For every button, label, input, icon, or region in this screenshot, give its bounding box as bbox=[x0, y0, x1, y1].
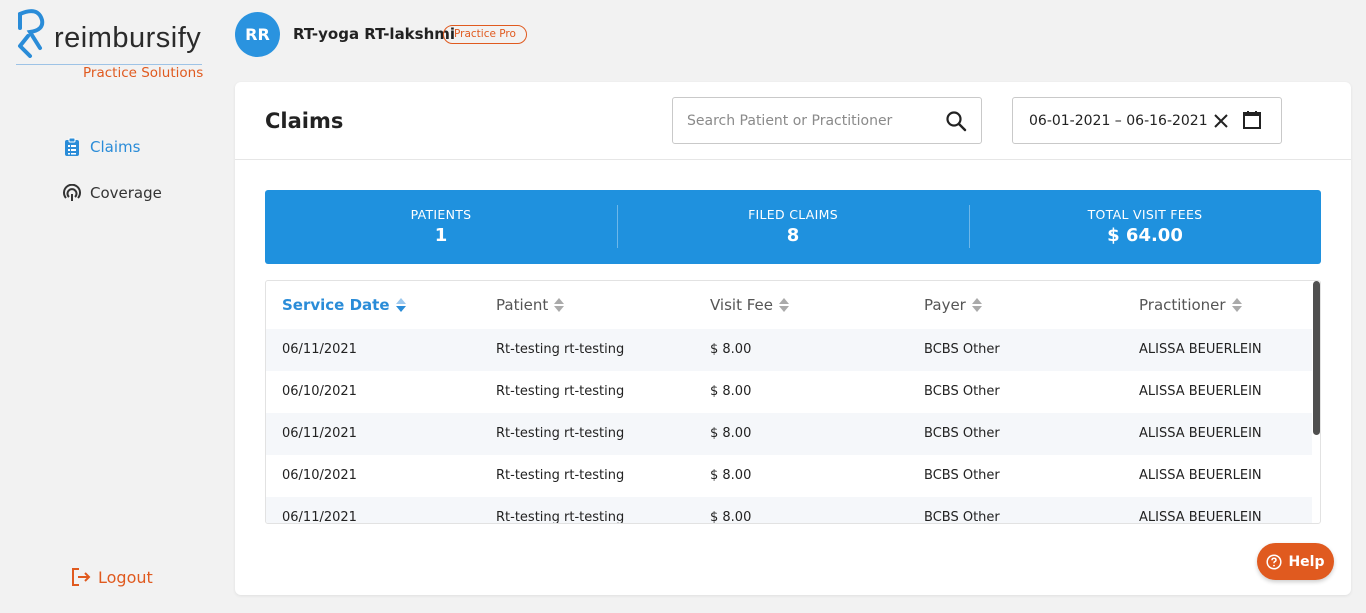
sidebar-item-label: Claims bbox=[90, 138, 141, 156]
brand-logo[interactable]: reimbursify Practice Solutions bbox=[16, 8, 206, 83]
column-header-patient[interactable]: Patient bbox=[496, 296, 565, 314]
calendar-icon[interactable] bbox=[1242, 110, 1262, 130]
page-title: Claims bbox=[265, 109, 344, 133]
column-header-payer[interactable]: Payer bbox=[924, 296, 982, 314]
close-icon[interactable] bbox=[1212, 112, 1230, 130]
sort-icon bbox=[395, 297, 406, 313]
cell-payer: BCBS Other bbox=[924, 468, 1000, 483]
column-header-practitioner[interactable]: Practitioner bbox=[1139, 296, 1242, 314]
stat-filed-claims: FILED CLAIMS 8 bbox=[617, 190, 969, 264]
cell-service-date: 06/11/2021 bbox=[282, 426, 357, 441]
sort-icon bbox=[1231, 297, 1242, 313]
table-header: Service Date Patient Visit Fee Payer Pra… bbox=[266, 281, 1312, 329]
table-row[interactable]: 06/10/2021 Rt-testing rt-testing $ 8.00 … bbox=[266, 371, 1312, 413]
cell-visit-fee: $ 8.00 bbox=[710, 426, 752, 441]
brand-name: reimbursify bbox=[54, 22, 202, 54]
reimbursify-logo-icon bbox=[18, 9, 45, 58]
date-range-value[interactable]: 06-01-2021 – 06-16-2021 bbox=[1029, 113, 1208, 129]
cell-practitioner: ALISSA BEUERLEIN bbox=[1139, 426, 1262, 441]
cell-patient: Rt-testing rt-testing bbox=[496, 342, 625, 357]
date-range-picker[interactable]: 06-01-2021 – 06-16-2021 bbox=[1012, 97, 1282, 144]
cell-service-date: 06/11/2021 bbox=[282, 510, 357, 524]
table-scrollbar[interactable] bbox=[1312, 281, 1320, 523]
search-input[interactable] bbox=[674, 99, 934, 142]
cell-practitioner: ALISSA BEUERLEIN bbox=[1139, 384, 1262, 399]
cell-visit-fee: $ 8.00 bbox=[710, 468, 752, 483]
cell-visit-fee: $ 8.00 bbox=[710, 384, 752, 399]
stat-patients: PATIENTS 1 bbox=[265, 190, 617, 264]
cell-visit-fee: $ 8.00 bbox=[710, 510, 752, 524]
cell-practitioner: ALISSA BEUERLEIN bbox=[1139, 342, 1262, 357]
cell-practitioner: ALISSA BEUERLEIN bbox=[1139, 468, 1262, 483]
sidebar-item-coverage[interactable]: Coverage bbox=[62, 182, 162, 204]
cell-patient: Rt-testing rt-testing bbox=[496, 426, 625, 441]
column-label: Payer bbox=[924, 296, 966, 314]
column-header-visit-fee[interactable]: Visit Fee bbox=[710, 296, 789, 314]
help-label: Help bbox=[1288, 553, 1325, 570]
logout-label: Logout bbox=[98, 567, 153, 587]
claims-panel: Claims 06-01-2021 – 06-16-2021 PATIENTS … bbox=[235, 82, 1351, 595]
stat-total-visit-fees: TOTAL VISIT FEES $ 64.00 bbox=[969, 190, 1321, 264]
claims-header: Claims 06-01-2021 – 06-16-2021 bbox=[235, 82, 1351, 160]
coverage-icon bbox=[62, 182, 82, 204]
cell-service-date: 06/10/2021 bbox=[282, 468, 357, 483]
logout-button[interactable]: Logout bbox=[70, 566, 153, 588]
cell-service-date: 06/10/2021 bbox=[282, 384, 357, 399]
stat-label: FILED CLAIMS bbox=[748, 207, 838, 222]
stat-value: $ 64.00 bbox=[1107, 225, 1183, 246]
cell-patient: Rt-testing rt-testing bbox=[496, 468, 625, 483]
user-name: RT-yoga RT-lakshmi bbox=[293, 25, 456, 43]
logout-icon bbox=[70, 566, 92, 588]
clipboard-icon bbox=[62, 136, 82, 158]
table-row[interactable]: 06/11/2021 Rt-testing rt-testing $ 8.00 … bbox=[266, 497, 1312, 524]
cell-visit-fee: $ 8.00 bbox=[710, 342, 752, 357]
stat-value: 8 bbox=[786, 225, 800, 246]
cell-practitioner: ALISSA BEUERLEIN bbox=[1139, 510, 1262, 524]
cell-patient: Rt-testing rt-testing bbox=[496, 384, 625, 399]
cell-service-date: 06/11/2021 bbox=[282, 342, 357, 357]
cell-payer: BCBS Other bbox=[924, 342, 1000, 357]
brand-tagline: Practice Solutions bbox=[83, 65, 204, 81]
help-button[interactable]: Help bbox=[1257, 543, 1334, 580]
search-icon[interactable] bbox=[945, 110, 967, 132]
sort-icon bbox=[779, 297, 789, 313]
cell-payer: BCBS Other bbox=[924, 426, 1000, 441]
table-row[interactable]: 06/11/2021 Rt-testing rt-testing $ 8.00 … bbox=[266, 413, 1312, 455]
scrollbar-thumb[interactable] bbox=[1313, 281, 1320, 435]
column-label: Patient bbox=[496, 296, 549, 314]
column-label: Service Date bbox=[282, 296, 390, 314]
summary-stats: PATIENTS 1 FILED CLAIMS 8 TOTAL VISIT FE… bbox=[265, 190, 1321, 264]
sort-icon bbox=[971, 297, 982, 313]
avatar[interactable]: RR bbox=[235, 12, 280, 57]
column-header-service-date[interactable]: Service Date bbox=[282, 296, 406, 314]
stat-label: PATIENTS bbox=[410, 207, 472, 222]
cell-payer: BCBS Other bbox=[924, 510, 1000, 524]
sidebar-item-claims[interactable]: Claims bbox=[62, 136, 140, 158]
sort-icon bbox=[554, 297, 565, 313]
cell-payer: BCBS Other bbox=[924, 384, 1000, 399]
stat-label: TOTAL VISIT FEES bbox=[1087, 207, 1203, 222]
sidebar-item-label: Coverage bbox=[90, 184, 162, 202]
cell-patient: Rt-testing rt-testing bbox=[496, 510, 625, 524]
claims-table: Service Date Patient Visit Fee Payer Pra… bbox=[265, 280, 1321, 524]
stat-value: 1 bbox=[434, 225, 448, 246]
plan-badge: Practice Pro bbox=[443, 25, 527, 44]
table-row[interactable]: 06/11/2021 Rt-testing rt-testing $ 8.00 … bbox=[266, 329, 1312, 371]
help-icon bbox=[1266, 553, 1283, 570]
column-label: Visit Fee bbox=[710, 296, 773, 314]
table-row[interactable]: 06/10/2021 Rt-testing rt-testing $ 8.00 … bbox=[266, 455, 1312, 497]
search-field[interactable] bbox=[672, 97, 982, 144]
column-label: Practitioner bbox=[1139, 296, 1226, 314]
